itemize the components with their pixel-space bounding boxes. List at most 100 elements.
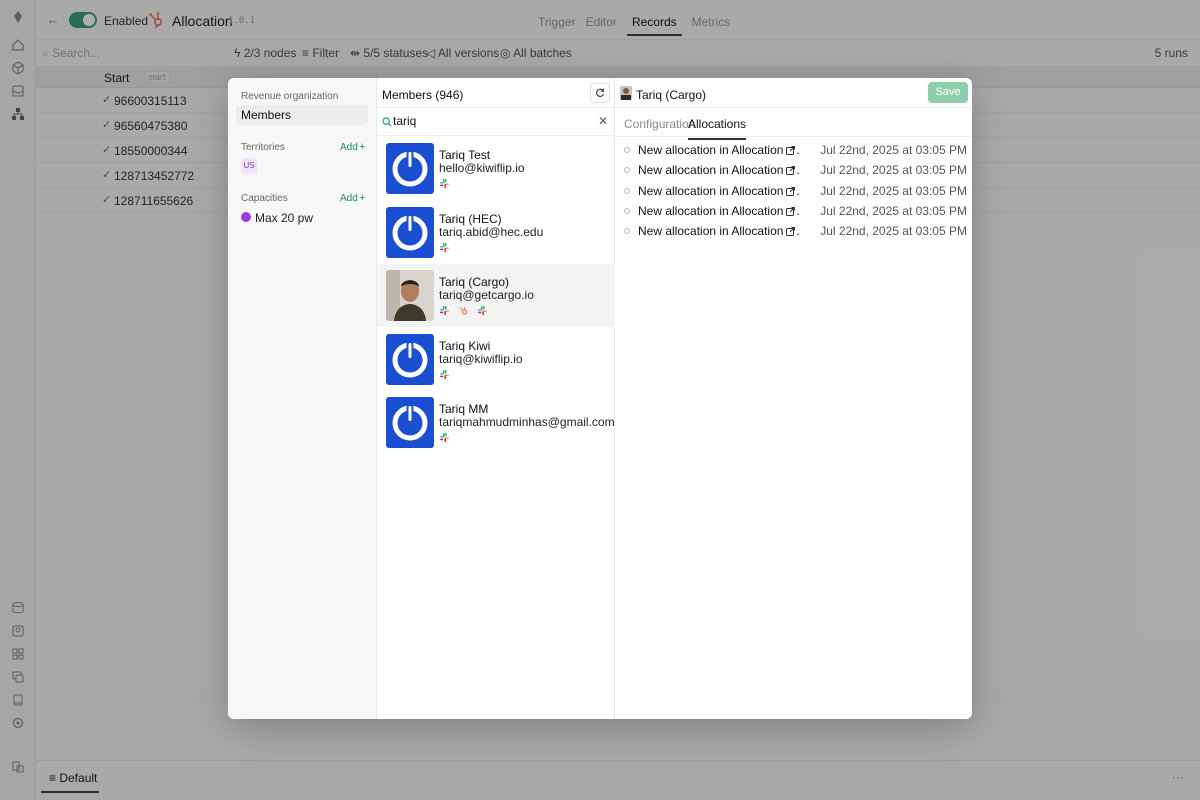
slack-icon bbox=[439, 432, 450, 443]
sidebar-item-members[interactable]: Members bbox=[236, 105, 368, 125]
avatar bbox=[386, 143, 434, 194]
members-search-input[interactable] bbox=[393, 114, 583, 128]
member-row[interactable]: Tariq MM tariqmahmudminhas@gmail.com bbox=[377, 391, 615, 454]
external-link-icon[interactable] bbox=[786, 144, 796, 155]
member-email: tariq.abid@hec.edu bbox=[439, 224, 544, 239]
member-name: Tariq (Cargo) bbox=[439, 275, 510, 289]
allocation-link[interactable]: Allocation bbox=[731, 184, 783, 198]
allocation-link[interactable]: Allocation bbox=[731, 163, 783, 177]
allocation-timestamp: Jul 22nd, 2025 at 03:05 PM bbox=[820, 203, 967, 218]
member-detail-pane: Tariq (Cargo) Save Configuration Allocat… bbox=[615, 78, 972, 719]
member-name: Tariq (HEC) bbox=[439, 211, 502, 226]
allocation-row: New allocation in Allocation. Jul 22nd, 2… bbox=[615, 202, 972, 222]
integration-icons bbox=[439, 369, 450, 380]
plus-icon[interactable]: + bbox=[359, 192, 365, 204]
avatar bbox=[386, 397, 434, 448]
allocation-prefix: New allocation in bbox=[638, 143, 732, 157]
allocation-row: New allocation in Allocation. Jul 22nd, 2… bbox=[615, 222, 972, 242]
allocation-suffix: . bbox=[796, 203, 800, 218]
allocation-prefix: New allocation in bbox=[638, 224, 732, 239]
external-link-icon[interactable] bbox=[786, 205, 796, 216]
slack-icon bbox=[439, 369, 450, 380]
integration-icons bbox=[439, 432, 450, 443]
member-name: Tariq Kiwi bbox=[439, 338, 491, 353]
allocation-text: New allocation in Allocation. bbox=[638, 163, 800, 177]
allocation-suffix: . bbox=[796, 143, 800, 157]
allocation-timestamp: Jul 22nd, 2025 at 03:05 PM bbox=[820, 143, 967, 157]
external-link-icon[interactable] bbox=[786, 185, 796, 196]
member-row[interactable]: Tariq Kiwi tariq@kiwiflip.io bbox=[377, 328, 615, 391]
integration-icons bbox=[439, 305, 488, 316]
timeline-dot bbox=[624, 167, 630, 174]
members-modal: Revenue organization Members Territories… bbox=[228, 78, 972, 719]
allocation-suffix: . bbox=[796, 183, 800, 198]
add-capacity-button[interactable]: Add bbox=[340, 193, 358, 204]
slack-icon bbox=[477, 305, 488, 316]
allocation-link[interactable]: Allocation bbox=[731, 204, 783, 218]
add-territory-button[interactable]: Add bbox=[340, 142, 358, 153]
member-email: tariq@getcargo.io bbox=[439, 288, 534, 302]
allocation-link[interactable]: Allocation bbox=[731, 224, 783, 238]
search-icon bbox=[382, 117, 392, 127]
member-name: Tariq MM bbox=[439, 402, 489, 416]
tab-configuration[interactable]: Configuration bbox=[624, 117, 695, 131]
allocation-timestamp: Jul 22nd, 2025 at 03:05 PM bbox=[820, 163, 967, 178]
org-sidebar: Revenue organization Members Territories… bbox=[228, 78, 377, 719]
refresh-button[interactable] bbox=[590, 83, 610, 103]
members-list-pane: Members (946) ✕ Tariq Testhello@kiwiflip… bbox=[377, 78, 615, 719]
timeline-dot bbox=[624, 228, 630, 235]
allocation-text: New allocation in Allocation. bbox=[638, 204, 800, 218]
detail-header: Tariq (Cargo) Save bbox=[615, 78, 972, 108]
detail-tabs: Configuration Allocations bbox=[615, 108, 972, 140]
slack-icon bbox=[439, 178, 450, 189]
members-search: ✕ bbox=[377, 108, 614, 136]
member-row[interactable]: Tariq (Cargo) tariq@getcargo.io bbox=[377, 264, 615, 327]
integration-icons bbox=[439, 178, 450, 189]
timeline-dot bbox=[624, 187, 630, 194]
detail-title: Tariq (Cargo) bbox=[636, 88, 707, 102]
allocation-text: New allocation in Allocation. bbox=[638, 224, 800, 238]
members-title: Members (946) bbox=[382, 88, 464, 102]
refresh-icon bbox=[596, 88, 605, 97]
allocation-row: New allocation in Allocation. Jul 22nd, 2… bbox=[615, 182, 972, 202]
external-link-icon[interactable] bbox=[786, 164, 796, 176]
allocation-suffix: . bbox=[796, 163, 800, 178]
allocation-row: New allocation in Allocation. Jul 22nd, 2… bbox=[615, 161, 972, 181]
member-row[interactable]: Tariq Test hello@kiwiflip.io bbox=[377, 137, 615, 200]
member-name: Tariq Test bbox=[439, 148, 491, 162]
allocation-suffix: . bbox=[796, 224, 800, 239]
integration-icons bbox=[439, 242, 450, 253]
allocation-row: New allocation in Allocation. Jul 22nd, 2… bbox=[615, 141, 972, 161]
member-email: tariqmahmudminhas@gmail.com bbox=[439, 415, 615, 429]
clear-search-icon[interactable]: ✕ bbox=[598, 114, 608, 128]
timeline-dot bbox=[624, 147, 630, 153]
members-header: Members (946) bbox=[377, 78, 614, 108]
allocation-link[interactable]: Allocation bbox=[731, 143, 783, 157]
avatar bbox=[620, 86, 632, 100]
allocation-timestamp: Jul 22nd, 2025 at 03:05 PM bbox=[820, 183, 967, 198]
plus-icon[interactable]: + bbox=[359, 141, 365, 153]
member-email: tariq@kiwiflip.io bbox=[439, 351, 523, 366]
avatar bbox=[386, 270, 434, 321]
capacity-item[interactable]: Max 20 pw bbox=[255, 211, 313, 225]
slack-icon bbox=[439, 242, 450, 253]
save-button[interactable]: Save bbox=[928, 82, 968, 103]
avatar bbox=[386, 333, 434, 385]
allocation-text: New allocation in Allocation. bbox=[638, 184, 800, 198]
timeline-dot bbox=[624, 207, 630, 214]
tab-allocations[interactable]: Allocations bbox=[688, 117, 747, 140]
member-email: hello@kiwiflip.io bbox=[439, 161, 525, 175]
capacities-label: Capacities bbox=[241, 193, 288, 204]
hubspot-icon bbox=[458, 305, 469, 316]
territory-badge[interactable]: US bbox=[241, 158, 257, 174]
external-link-icon[interactable] bbox=[786, 225, 796, 237]
slack-icon bbox=[439, 305, 450, 316]
allocation-prefix: New allocation in bbox=[638, 183, 732, 198]
org-section-label: Revenue organization bbox=[241, 91, 339, 102]
avatar bbox=[386, 206, 434, 258]
allocation-prefix: New allocation in bbox=[638, 203, 732, 218]
member-row[interactable]: Tariq (HEC) tariq.abid@hec.edu bbox=[377, 201, 615, 264]
capacity-color-dot bbox=[241, 212, 251, 222]
allocation-text: New allocation in Allocation. bbox=[638, 143, 800, 157]
territories-label: Territories bbox=[241, 142, 285, 153]
